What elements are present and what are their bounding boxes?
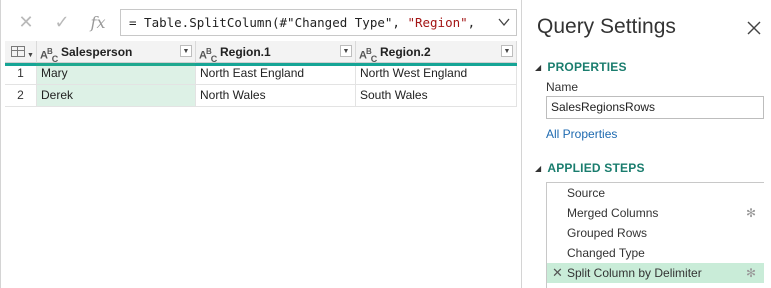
step-label: Grouped Rows (567, 226, 648, 240)
formula-text-prefix: = Table.SplitColumn(#"Changed Type", (129, 15, 408, 30)
collapse-triangle-icon: ◢ (535, 63, 542, 72)
column-header-region-2[interactable]: ABC Region.2 ▼ (356, 41, 517, 64)
data-grid: ▼ ABC Salesperson ▼ ABC Region.1 ▼ ABC R… (5, 41, 517, 107)
checkmark-icon: ✓ (54, 12, 70, 32)
close-icon (747, 21, 761, 35)
column-header-label: Region.1 (220, 45, 271, 59)
close-icon: ✕ (18, 12, 34, 32)
gear-icon[interactable]: ✻ (746, 203, 756, 223)
delete-step-icon[interactable]: ✕ (552, 263, 563, 283)
formula-buttons: ✕ ✓ fx (8, 9, 116, 36)
table-cell[interactable]: South Wales (356, 85, 517, 106)
table-icon (11, 46, 25, 57)
column-header-label: Salesperson (61, 45, 133, 59)
pane-divider[interactable] (521, 0, 522, 288)
filter-dropdown-button[interactable]: ▼ (180, 45, 192, 57)
cancel-formula-button[interactable]: ✕ (8, 9, 44, 36)
header-row: ▼ ABC Salesperson ▼ ABC Region.1 ▼ ABC R… (5, 41, 517, 66)
properties-heading-label: PROPERTIES (547, 60, 627, 74)
formula-input[interactable]: = Table.SplitColumn(#"Changed Type", "Re… (120, 9, 517, 36)
filter-dropdown-button[interactable]: ▼ (340, 45, 352, 57)
step-grouped-rows[interactable]: Grouped Rows (547, 223, 764, 243)
query-name-input[interactable]: SalesRegionsRows (546, 96, 764, 119)
table-cell[interactable]: North Wales (196, 85, 356, 106)
column-header-region-1[interactable]: ABC Region.1 ▼ (196, 41, 356, 64)
table-cell[interactable]: Derek (37, 85, 196, 106)
all-properties-link[interactable]: All Properties (546, 127, 617, 141)
step-label: Split Column by Delimiter (567, 266, 702, 280)
selected-column-indicator (36, 63, 195, 66)
insert-function-button[interactable]: fx (80, 9, 116, 36)
column-quality-bar (5, 63, 517, 66)
step-source[interactable]: Source (547, 183, 764, 203)
applied-steps-list: Source Merged Columns ✻ Grouped Rows Cha… (546, 182, 764, 288)
table-cell[interactable]: North East England (196, 63, 356, 84)
step-split-column-by-delimiter[interactable]: ✕ Split Column by Delimiter ✻ (547, 263, 764, 283)
applied-steps-heading[interactable]: ◢ APPLIED STEPS (535, 161, 645, 175)
name-label: Name (546, 80, 579, 94)
step-label: Merged Columns (567, 206, 659, 220)
fx-icon: fx (90, 13, 106, 32)
row-number[interactable]: 2 (5, 85, 37, 106)
table-cell[interactable]: North West England (356, 63, 517, 84)
table-cell[interactable]: Mary (37, 63, 196, 84)
filter-dropdown-button[interactable]: ▼ (501, 45, 513, 57)
commit-formula-button[interactable]: ✓ (44, 9, 80, 36)
applied-steps-heading-label: APPLIED STEPS (547, 161, 645, 175)
properties-heading[interactable]: ◢ PROPERTIES (535, 60, 627, 74)
pane-title: Query Settings (537, 15, 676, 38)
formula-text-suffix: , (467, 15, 476, 30)
formula-text-string: "Region" (407, 15, 468, 30)
table-row[interactable]: 1 Mary North East England North West Eng… (5, 63, 517, 85)
step-merged-columns[interactable]: Merged Columns ✻ (547, 203, 764, 223)
table-options-button[interactable]: ▼ (5, 41, 37, 63)
table-row[interactable]: 2 Derek North Wales South Wales (5, 85, 517, 107)
step-label: Changed Type (567, 246, 645, 260)
left-border (0, 0, 1, 288)
step-label: Source (567, 186, 606, 200)
step-changed-type[interactable]: Changed Type (547, 243, 764, 263)
chevron-down-icon[interactable] (498, 10, 510, 35)
column-header-salesperson[interactable]: ABC Salesperson ▼ (37, 41, 196, 64)
collapse-triangle-icon: ◢ (535, 164, 542, 173)
column-header-label: Region.2 (380, 45, 431, 59)
close-pane-button[interactable] (747, 15, 761, 41)
gear-icon[interactable]: ✻ (746, 263, 756, 283)
